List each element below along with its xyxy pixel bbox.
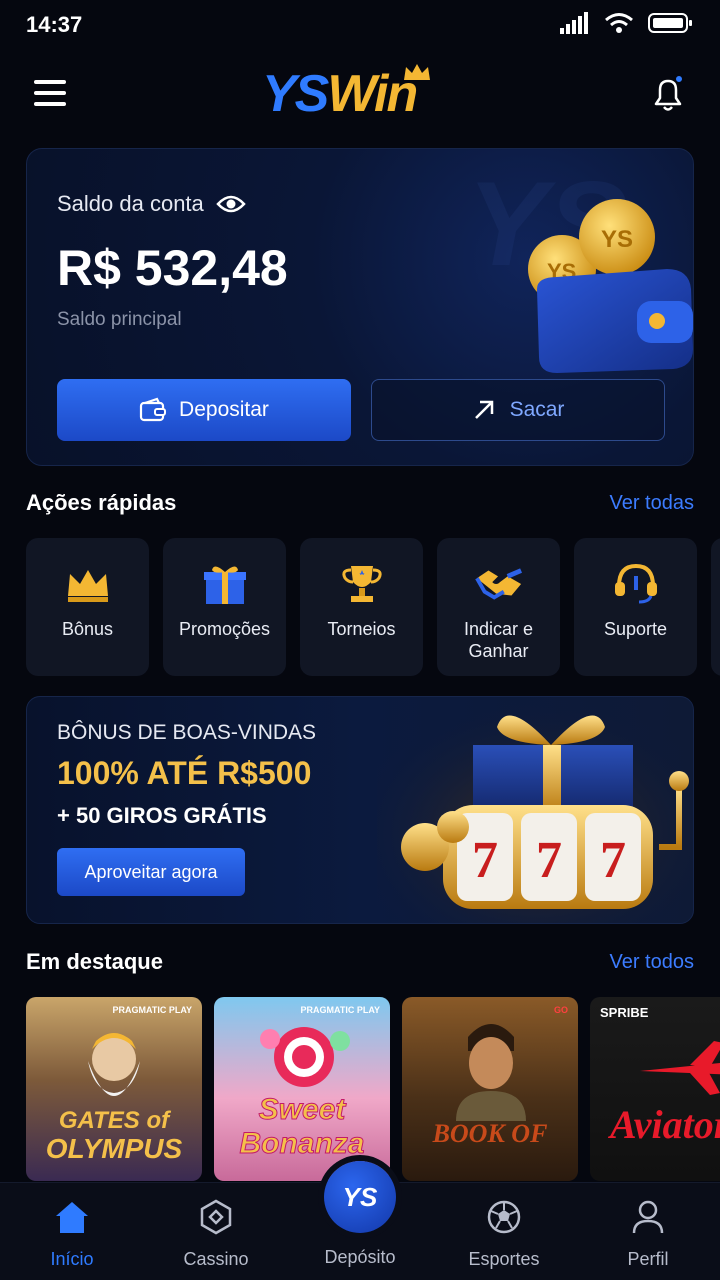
featured-games-row: PRAGMATIC PLAY GATES of OLYMPUS PRAGMATI… bbox=[26, 997, 720, 1181]
game-provider: GO bbox=[553, 1005, 568, 1015]
svg-text:YS: YS bbox=[601, 226, 633, 253]
quick-actions-row: Bônus Promoções Torneios Indicar e Ganha… bbox=[26, 538, 720, 676]
balance-label: Saldo da conta bbox=[57, 191, 246, 217]
soccer-ball-icon bbox=[487, 1200, 521, 1234]
game-card-aviator[interactable]: SPRIBE Aviator bbox=[590, 997, 720, 1181]
wallet-coins-illustration: YS YS bbox=[528, 199, 693, 373]
balance-sublabel: Saldo principal bbox=[57, 309, 182, 330]
quick-actions-see-all[interactable]: Ver todas bbox=[609, 492, 694, 515]
svg-text:7: 7 bbox=[472, 832, 498, 889]
promo-title: 100% ATÉ R$500 bbox=[57, 755, 312, 791]
signal-icon bbox=[560, 12, 588, 34]
gift-icon bbox=[203, 566, 246, 604]
status-bar: 14:37 bbox=[0, 0, 720, 50]
menu-button[interactable] bbox=[34, 80, 66, 108]
quick-actions-title: Ações rápidas bbox=[26, 490, 177, 515]
balance-card: YS YS YS Saldo da conta R$ 532,48 Saldo … bbox=[26, 148, 694, 466]
candy-illustration bbox=[260, 1027, 350, 1087]
action-bonus[interactable]: Bônus bbox=[26, 538, 149, 676]
balance-amount: R$ 532,48 bbox=[57, 240, 288, 296]
game-card-gates-of-olympus[interactable]: PRAGMATIC PLAY GATES of OLYMPUS bbox=[26, 997, 202, 1181]
notifications-button[interactable] bbox=[648, 74, 688, 114]
slot-machine-gift-illustration: 7 7 7 bbox=[377, 697, 693, 923]
game-card-sweet-bonanza[interactable]: PRAGMATIC PLAY Sweet Bonanza bbox=[214, 997, 390, 1181]
logo-ys: YS bbox=[262, 65, 329, 123]
status-time: 14:37 bbox=[26, 12, 83, 37]
promo-subtitle: + 50 GIROS GRÁTIS bbox=[57, 803, 267, 828]
game-provider: PRAGMATIC PLAY bbox=[112, 1005, 192, 1015]
trophy-icon bbox=[341, 566, 382, 602]
action-more[interactable] bbox=[711, 538, 720, 676]
battery-icon bbox=[648, 13, 692, 33]
nav-deposit-button[interactable]: YS bbox=[324, 1161, 396, 1233]
bottom-nav: Início Cassino YS Depósito Esportes Perf… bbox=[0, 1161, 720, 1280]
eye-icon[interactable] bbox=[216, 194, 246, 214]
withdraw-button[interactable]: Sacar bbox=[371, 379, 665, 441]
airplane-illustration bbox=[640, 1041, 720, 1095]
game-provider: SPRIBE bbox=[600, 1005, 649, 1020]
featured-see-all[interactable]: Ver todos bbox=[609, 951, 694, 974]
user-icon bbox=[632, 1200, 664, 1234]
nav-home[interactable]: Início bbox=[12, 1197, 132, 1270]
promo-kicker: BÔNUS DE BOAS-VINDAS bbox=[57, 721, 317, 744]
svg-text:7: 7 bbox=[536, 832, 562, 889]
handshake-icon bbox=[474, 568, 522, 600]
explorer-illustration bbox=[456, 1024, 526, 1121]
game-card-book-of[interactable]: GO BOOK OF bbox=[402, 997, 578, 1181]
nav-deposit-label[interactable]: Depósito bbox=[300, 1247, 420, 1268]
zeus-illustration bbox=[88, 1033, 140, 1096]
featured-title: Em destaque bbox=[26, 949, 163, 974]
action-support[interactable]: Suporte bbox=[574, 538, 697, 676]
header: YSWin bbox=[0, 60, 720, 130]
nav-profile[interactable]: Perfil bbox=[588, 1197, 708, 1270]
action-promotions[interactable]: Promoções bbox=[163, 538, 286, 676]
action-refer-and-earn[interactable]: Indicar e Ganhar bbox=[437, 538, 560, 676]
nav-sports[interactable]: Esportes bbox=[444, 1197, 564, 1270]
game-provider: PRAGMATIC PLAY bbox=[300, 1005, 380, 1015]
crown-icon bbox=[67, 570, 108, 602]
deposit-button[interactable]: Depositar bbox=[57, 379, 351, 441]
action-tournaments[interactable]: Torneios bbox=[300, 538, 423, 676]
status-icons bbox=[560, 12, 694, 34]
menu-icon bbox=[34, 80, 66, 84]
notification-dot bbox=[674, 74, 684, 84]
logo: YSWin bbox=[262, 64, 430, 124]
headset-icon bbox=[614, 563, 657, 604]
welcome-bonus-banner: 7 7 7 BÔNUS DE BOAS-VINDAS 100% ATÉ R$50… bbox=[26, 696, 694, 924]
arrow-up-right-icon bbox=[474, 400, 493, 419]
home-icon bbox=[56, 1202, 88, 1233]
svg-text:7: 7 bbox=[600, 832, 626, 889]
claim-bonus-button[interactable]: Aproveitar agora bbox=[57, 848, 245, 896]
wifi-icon bbox=[605, 13, 633, 33]
crown-logo-icon bbox=[404, 64, 430, 80]
casino-chip-icon bbox=[200, 1199, 232, 1235]
deposit-icon bbox=[139, 397, 167, 422]
nav-casino[interactable]: Cassino bbox=[156, 1197, 276, 1270]
